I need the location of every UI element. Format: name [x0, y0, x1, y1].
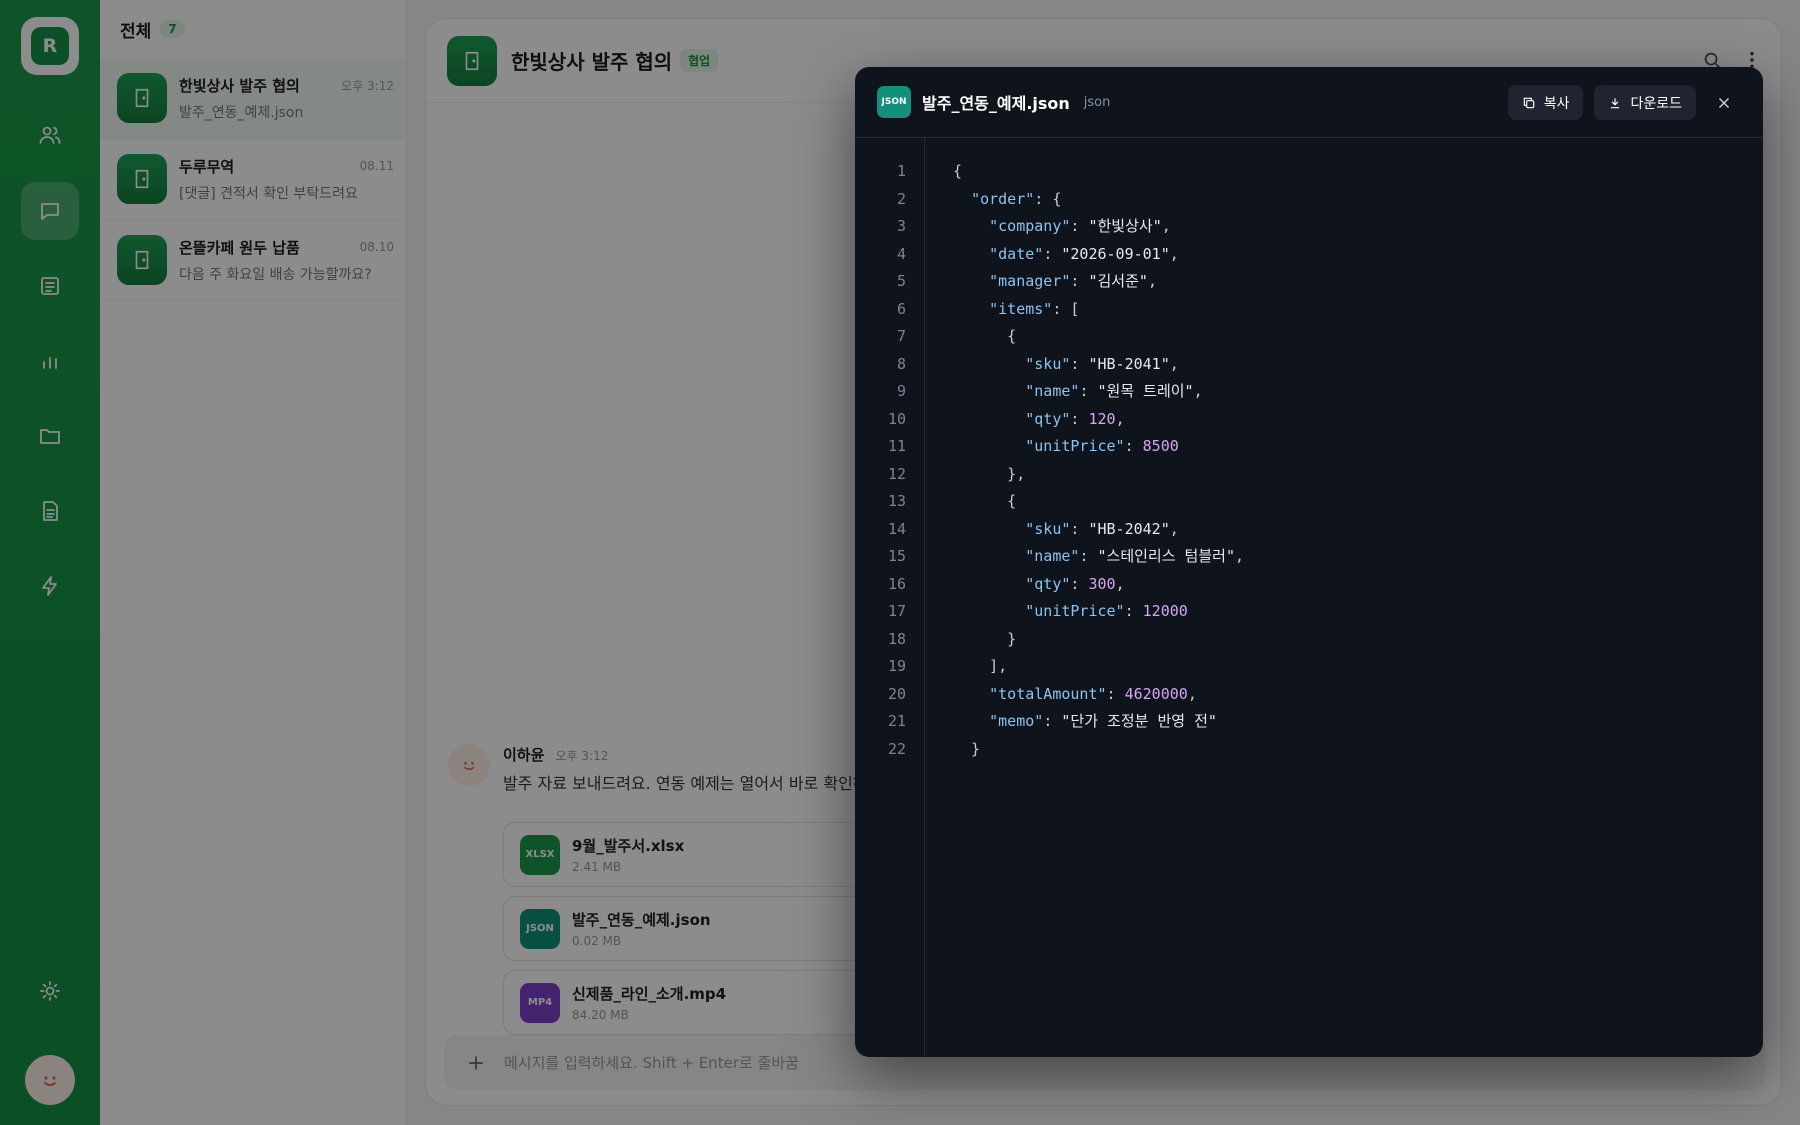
line-number-gutter: 1 2 3 4 5 6 7 8 9 10 11 12 13 14 15 16 1…: [855, 138, 925, 1057]
copy-button[interactable]: 복사: [1507, 85, 1584, 120]
code-line: "totalAmount": 4620000,: [989, 684, 1197, 703]
json-value: 300: [1088, 574, 1116, 593]
copy-label: 복사: [1543, 95, 1570, 112]
line-number: 5: [896, 272, 906, 290]
code-line: "memo": "단가 조정분 반영 전": [989, 712, 1217, 730]
download-button[interactable]: 다운로드: [1594, 85, 1696, 120]
line-number: 13: [887, 492, 906, 510]
viewer-filename: 발주_연동_예제.json: [922, 94, 1070, 113]
code-line: "qty": 120,: [1025, 409, 1125, 428]
code-line: },: [953, 464, 1026, 483]
code-line: {: [953, 162, 963, 180]
json-value: 8500: [1142, 437, 1179, 455]
line-number: 7: [896, 327, 906, 345]
json-value: 120: [1088, 409, 1116, 428]
code-line: "qty": 300,: [1025, 574, 1125, 593]
code-line: "company": "한빛상사",: [989, 217, 1171, 235]
code-line: "unitPrice": 12000: [1025, 602, 1188, 620]
code-view: 1 2 3 4 5 6 7 8 9 10 11 12 13 14 15 16 1…: [855, 138, 1763, 1057]
json-value: "HB-2041": [1088, 354, 1170, 373]
download-icon: [1611, 97, 1620, 108]
line-number: 14: [887, 519, 906, 538]
json-value: "2026-09-01": [1061, 244, 1170, 263]
json-value: "스테인리스 텀블러": [1097, 547, 1236, 565]
code-line: ],: [953, 657, 1008, 675]
line-number: 6: [896, 299, 906, 318]
line-number: 12: [887, 464, 906, 483]
line-number: 22: [887, 739, 906, 758]
download-label: 다운로드: [1630, 95, 1682, 112]
code-line: "sku": "HB-2041",: [1025, 354, 1179, 373]
viewer-header: JSON 발주_연동_예제.json json 복사 다운로드: [855, 67, 1763, 138]
code-line: }: [953, 629, 1017, 648]
code-line: "date": "2026-09-01",: [989, 244, 1179, 263]
json-value: "김서준": [1088, 272, 1148, 290]
line-number: 10: [887, 409, 906, 428]
line-number: 1: [896, 162, 906, 180]
line-number: 20: [887, 684, 906, 703]
json-value: "HB-2042": [1088, 519, 1170, 538]
code-line: {: [953, 327, 1017, 345]
code-line: "items": [: [989, 299, 1080, 318]
code-line: }: [953, 739, 981, 758]
json-value: 12000: [1142, 602, 1188, 620]
code-line: "manager": "김서준",: [989, 272, 1157, 290]
app-window: R 전체 7 한빛상사 발주 협의 오후 3:12 발주_연동_예제.json …: [0, 0, 1800, 1125]
close-button[interactable]: [1707, 86, 1741, 120]
code-line: "sku": "HB-2042",: [1025, 519, 1179, 538]
line-number: 17: [887, 602, 906, 620]
line-number: 2: [896, 189, 906, 208]
line-number: 16: [887, 574, 906, 593]
line-number: 18: [887, 629, 906, 648]
line-number: 3: [896, 217, 906, 235]
json-file-icon: JSON: [877, 86, 911, 118]
code-content[interactable]: { "order": { "company": "한빛상사", "date": …: [925, 138, 1244, 1057]
line-number: 19: [887, 657, 906, 675]
json-value: 4620000: [1124, 684, 1188, 703]
line-number: 9: [896, 382, 906, 400]
copy-icon: [1523, 97, 1534, 108]
line-number: 15: [887, 547, 906, 565]
json-value: "한빛상사": [1088, 217, 1162, 235]
code-line: {: [953, 492, 1017, 510]
viewer-filetype: json: [1083, 94, 1111, 110]
line-number: 21: [887, 712, 906, 730]
line-number: 11: [887, 437, 906, 455]
code-line: "name": "원목 트레이",: [1025, 382, 1203, 400]
code-line: "name": "스테인리스 텀블러",: [1025, 547, 1245, 565]
line-number: 4: [896, 244, 906, 263]
json-value: "원목 트레이": [1097, 382, 1194, 400]
file-viewer-modal: JSON 발주_연동_예제.json json 복사 다운로드 1 2 3 4 …: [855, 67, 1763, 1057]
code-line: "unitPrice": 8500: [1025, 437, 1179, 455]
line-number: 8: [896, 354, 906, 373]
code-line: "order": {: [971, 189, 1062, 208]
close-icon: [1718, 97, 1730, 108]
json-value: "단가 조정분 반영 전": [1061, 712, 1217, 730]
